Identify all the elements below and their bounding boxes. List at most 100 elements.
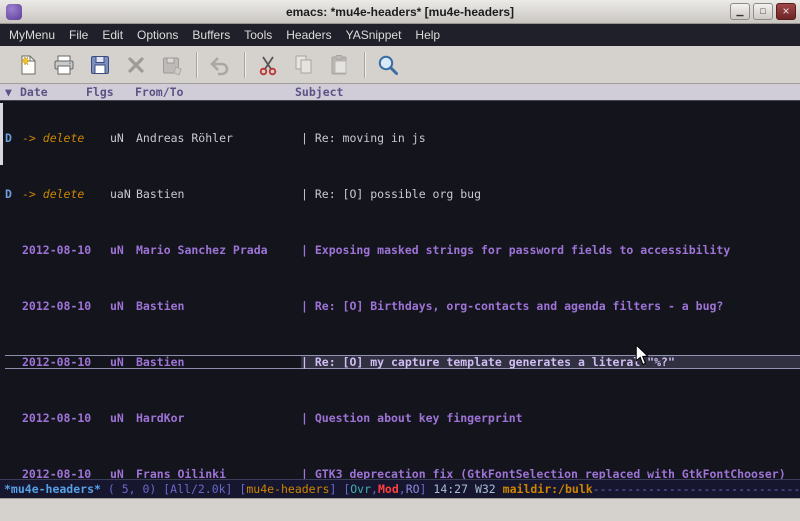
toolbar-separator xyxy=(196,52,198,78)
message-subject: | Re: [O] possible org bug xyxy=(301,187,800,201)
modeline-dim: ( 5, 0) xyxy=(101,482,163,496)
maximize-button[interactable]: □ xyxy=(753,3,773,20)
message-mark-char: D xyxy=(5,131,22,145)
message-date: 2012-08-10 xyxy=(22,355,110,369)
menu-yasnippet[interactable]: YASnippet xyxy=(339,25,409,45)
message-row[interactable]: 2012-08-10 uN HardKor | Question about k… xyxy=(5,411,800,425)
menu-headers[interactable]: Headers xyxy=(279,25,338,45)
cut-icon xyxy=(256,53,280,77)
message-flags: uN xyxy=(110,467,136,479)
message-date: 2012-08-10 xyxy=(22,243,110,257)
copy-button xyxy=(290,51,318,79)
minimize-button[interactable]: ▁ xyxy=(730,3,750,20)
mouse-cursor xyxy=(635,344,649,366)
message-row[interactable]: D -> delete uaN Bastien | Re: [O] possib… xyxy=(5,187,800,201)
modeline-dim: , xyxy=(371,482,378,496)
message-date: 2012-08-10 xyxy=(22,411,110,425)
new-file-icon xyxy=(16,53,40,77)
message-subject: | Question about key fingerprint xyxy=(301,411,800,425)
message-date: -> delete xyxy=(22,187,110,201)
undo-button xyxy=(206,51,234,79)
message-from: Mario Sanchez Prada xyxy=(136,243,301,257)
message-mark-char xyxy=(5,467,22,479)
emacs-app-icon xyxy=(6,4,22,20)
header-col-subject[interactable]: Subject xyxy=(295,85,343,99)
echo-area xyxy=(0,498,800,521)
message-from: Andreas Röhler xyxy=(136,131,301,145)
cut-button[interactable] xyxy=(254,51,282,79)
save-as-button xyxy=(158,51,186,79)
modeline-mode: mu4e-headers xyxy=(246,482,329,496)
message-subject: | Re: [O] Birthdays, org-contacts and ag… xyxy=(301,299,800,313)
menu-tools[interactable]: Tools xyxy=(237,25,279,45)
save-icon xyxy=(88,53,112,77)
modeline-dim: ] xyxy=(420,482,434,496)
message-row[interactable]: 2012-08-10 uN Bastien | Re: [O] Birthday… xyxy=(5,299,800,313)
toolbar-separator xyxy=(364,52,366,78)
titlebar: emacs: *mu4e-headers* [mu4e-headers] ▁ □… xyxy=(0,0,800,24)
close-button[interactable]: × xyxy=(776,3,796,20)
modeline-dim: ] xyxy=(329,482,343,496)
message-mark-char: D xyxy=(5,187,22,201)
header-col-flags[interactable]: Flgs xyxy=(86,85,114,99)
scrollbar[interactable] xyxy=(0,101,4,479)
sort-direction-icon[interactable]: ▼ xyxy=(5,85,12,99)
header-col-from[interactable]: From/To xyxy=(135,85,183,99)
menu-options[interactable]: Options xyxy=(130,25,185,45)
search-icon xyxy=(376,53,400,77)
undo-icon xyxy=(208,53,232,77)
modeline-folder: maildir:/bulk xyxy=(503,482,593,496)
save-button[interactable] xyxy=(86,51,114,79)
modeline-buffer: *mu4e-headers* xyxy=(4,482,101,496)
message-subject: | GTK3 deprecation fix (GtkFontSelection… xyxy=(301,467,800,479)
paste-button xyxy=(326,51,354,79)
menu-help[interactable]: Help xyxy=(408,25,447,45)
message-row[interactable]: 2012-08-10 uN Frans Oilinki | GTK3 depre… xyxy=(5,467,800,479)
print-button[interactable] xyxy=(50,51,78,79)
message-flags: uN xyxy=(110,131,136,145)
paste-icon xyxy=(328,53,352,77)
message-from: Frans Oilinki xyxy=(136,467,301,479)
copy-icon xyxy=(292,53,316,77)
window-controls: ▁ □ × xyxy=(730,3,796,20)
modeline-plain: W32 xyxy=(475,482,503,496)
message-flags: uN xyxy=(110,243,136,257)
message-from: HardKor xyxy=(136,411,301,425)
close-icon xyxy=(124,53,148,77)
message-subject: | Re: moving in js xyxy=(301,131,800,145)
menu-bar: MyMenuFileEditOptionsBuffersToolsHeaders… xyxy=(0,24,800,46)
message-flags: uN xyxy=(110,411,136,425)
message-subject: | Exposing masked strings for password f… xyxy=(301,243,800,257)
search-button[interactable] xyxy=(374,51,402,79)
print-icon xyxy=(52,53,76,77)
message-subject: | Re: [O] my capture template generates … xyxy=(301,355,800,369)
message-row-current[interactable]: 2012-08-10 uN Bastien | Re: [O] my captu… xyxy=(5,355,800,369)
new-file-button[interactable] xyxy=(14,51,42,79)
message-row[interactable]: D -> delete uN Andreas Röhler | Re: movi… xyxy=(5,131,800,145)
menu-edit[interactable]: Edit xyxy=(95,25,130,45)
message-flags: uaN xyxy=(110,187,136,201)
menu-buffers[interactable]: Buffers xyxy=(185,25,237,45)
modeline-ovr: Ovr xyxy=(350,482,371,496)
window-title: emacs: *mu4e-headers* [mu4e-headers] xyxy=(0,5,800,19)
menu-file[interactable]: File xyxy=(62,25,95,45)
modeline-plain: 14:27 xyxy=(433,482,475,496)
toolbar-separator xyxy=(244,52,246,78)
message-flags: uN xyxy=(110,355,136,369)
save-as-icon xyxy=(160,53,184,77)
scrollbar-thumb[interactable] xyxy=(0,103,3,165)
message-row[interactable]: 2012-08-10 uN Mario Sanchez Prada | Expo… xyxy=(5,243,800,257)
menu-mymenu[interactable]: MyMenu xyxy=(2,25,62,45)
message-mark-char xyxy=(5,299,22,313)
message-from: Bastien xyxy=(136,299,301,313)
modeline-mod: Mod xyxy=(378,482,399,496)
header-line: ▼ Date Flgs From/To Subject xyxy=(0,84,800,101)
header-col-date[interactable]: Date xyxy=(20,85,48,99)
headers-buffer: D -> delete uN Andreas Röhler | Re: movi… xyxy=(0,101,800,479)
message-mark-char xyxy=(5,355,22,369)
message-from: Bastien xyxy=(136,355,301,369)
modeline-ro: RO xyxy=(406,482,420,496)
message-date: -> delete xyxy=(22,131,110,145)
modeline-dim: [All/2.0k] xyxy=(163,482,239,496)
message-mark-char xyxy=(5,411,22,425)
